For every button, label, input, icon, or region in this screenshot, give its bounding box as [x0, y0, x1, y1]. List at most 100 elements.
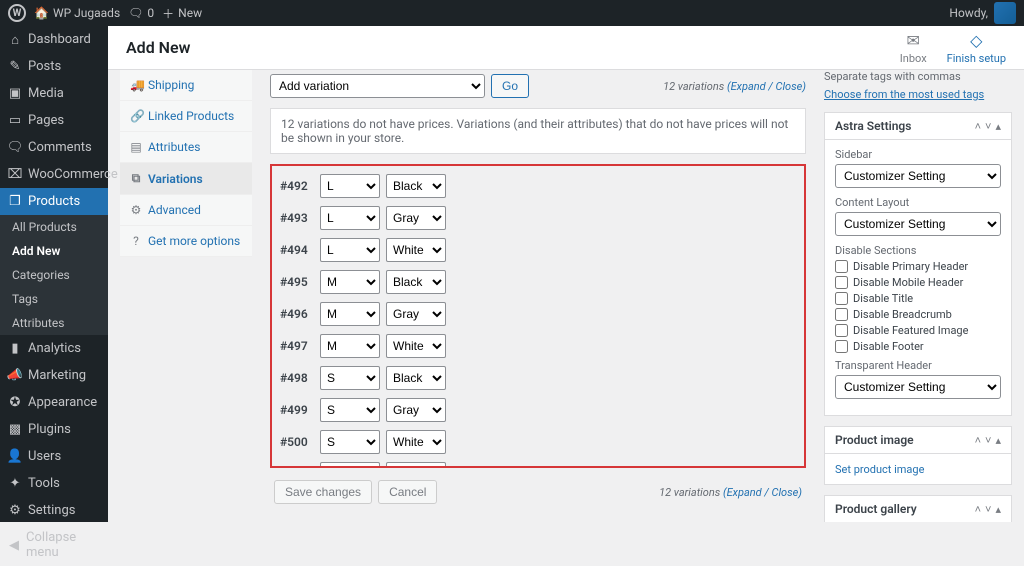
admin-sidebar: ⌂Dashboard✎Posts▣Media▭Pages🗨Comments⌧Wo…	[0, 26, 108, 522]
sidebar-item-marketing[interactable]: 📣Marketing	[0, 362, 108, 389]
go-button[interactable]: Go	[491, 74, 529, 98]
submenu-item-add-new[interactable]: Add New	[0, 239, 108, 263]
variation-size-select[interactable]: LMSXL	[320, 270, 380, 294]
sidebar-item-collapse-menu[interactable]: ◀Collapse menu	[0, 524, 108, 566]
variation-color-select[interactable]: BlackGrayWhite	[386, 302, 446, 326]
variation-row: #500 LMSXLBlackGrayWhite	[272, 426, 804, 458]
variation-size-select[interactable]: LMSXL	[320, 430, 380, 454]
variation-id: #501	[280, 467, 314, 468]
variation-size-select[interactable]: LMSXL	[320, 398, 380, 422]
variation-row: #494 LMSXLBlackGrayWhite	[272, 234, 804, 266]
sidebar-item-comments[interactable]: 🗨Comments	[0, 134, 108, 161]
variation-footer-row: Save changes Cancel 12 variations (Expan…	[264, 474, 812, 510]
variation-id: #492	[280, 179, 314, 193]
submenu-item-tags[interactable]: Tags	[0, 287, 108, 311]
page-title: Add New	[126, 38, 190, 57]
set-product-image-link[interactable]: Set product image	[835, 463, 924, 476]
tab-shipping[interactable]: 🚚Shipping	[120, 70, 252, 101]
chevron-up-icon[interactable]: ˄	[975, 120, 981, 133]
disable-check-disable-footer[interactable]: Disable Footer	[835, 340, 1001, 353]
disable-check-disable-title[interactable]: Disable Title	[835, 292, 1001, 305]
disable-check-disable-primary-header[interactable]: Disable Primary Header	[835, 260, 1001, 273]
tab-advanced[interactable]: ⚙Advanced	[120, 195, 252, 226]
toggle-icon[interactable]: ▴	[995, 120, 1001, 133]
variation-color-select[interactable]: BlackGrayWhite	[386, 462, 446, 468]
price-notice: 12 variations do not have prices. Variat…	[270, 108, 806, 154]
variation-size-select[interactable]: LMSXL	[320, 238, 380, 262]
variation-id: #500	[280, 435, 314, 449]
variation-id: #495	[280, 275, 314, 289]
variation-action-row: Add variation Go 12 variations (Expand /…	[264, 70, 812, 102]
user-avatar-icon[interactable]	[994, 2, 1016, 24]
save-changes-button[interactable]: Save changes	[274, 480, 372, 504]
variation-color-select[interactable]: BlackGrayWhite	[386, 238, 446, 262]
tab-linked-products[interactable]: 🔗Linked Products	[120, 101, 252, 132]
sidebar-item-tools[interactable]: ✦Tools	[0, 470, 108, 497]
variation-size-select[interactable]: LMSXL	[320, 206, 380, 230]
variation-row: #496 LMSXLBlackGrayWhite	[272, 298, 804, 330]
submenu-item-categories[interactable]: Categories	[0, 263, 108, 287]
admin-toolbar: W 🏠 WP Jugaads 🗨 0 ＋ New Howdy,	[0, 0, 1024, 26]
product-data-tabs: 🚚Shipping🔗Linked Products▤Attributes⧉Var…	[120, 70, 252, 257]
variation-size-select[interactable]: LMSXL	[320, 302, 380, 326]
sidebar-item-media[interactable]: ▣Media	[0, 80, 108, 107]
choose-tags-link[interactable]: Choose from the most used tags	[824, 88, 984, 101]
expand-link-bottom[interactable]: (Expand / Close)	[723, 486, 802, 499]
variation-id: #493	[280, 211, 314, 225]
site-link[interactable]: 🏠 WP Jugaads	[34, 6, 120, 20]
new-link[interactable]: ＋ New	[162, 5, 202, 22]
sidebar-item-analytics[interactable]: ▮Analytics	[0, 335, 108, 362]
page-header: Add New ✉Inbox ◇Finish setup	[108, 26, 1024, 70]
astra-transparent-select[interactable]: Customizer Setting	[835, 375, 1001, 399]
variation-size-select[interactable]: LMSXL	[320, 334, 380, 358]
expand-link-top[interactable]: (Expand / Close)	[727, 80, 806, 93]
variation-row: #493 LMSXLBlackGrayWhite	[272, 202, 804, 234]
variation-size-select[interactable]: LMSXL	[320, 366, 380, 390]
sidebar-item-settings[interactable]: ⚙Settings	[0, 497, 108, 524]
disable-check-disable-featured-image[interactable]: Disable Featured Image	[835, 324, 1001, 337]
variation-action-select[interactable]: Add variation	[270, 74, 485, 98]
sidebar-item-plugins[interactable]: ▩Plugins	[0, 416, 108, 443]
howdy-text: Howdy,	[949, 6, 988, 20]
variation-color-select[interactable]: BlackGrayWhite	[386, 430, 446, 454]
inbox-button[interactable]: ✉Inbox	[900, 31, 927, 65]
variation-color-select[interactable]: BlackGrayWhite	[386, 366, 446, 390]
variation-color-select[interactable]: BlackGrayWhite	[386, 174, 446, 198]
variation-id: #496	[280, 307, 314, 321]
variation-size-select[interactable]: LMSXL	[320, 462, 380, 468]
disable-check-disable-breadcrumb[interactable]: Disable Breadcrumb	[835, 308, 1001, 321]
astra-content-select[interactable]: Customizer Setting	[835, 212, 1001, 236]
product-image-box: Product image˄˅▴ Set product image	[824, 426, 1012, 485]
submenu-item-attributes[interactable]: Attributes	[0, 311, 108, 335]
sidebar-item-woocommerce[interactable]: ⌧WooCommerce	[0, 161, 108, 188]
tab-variations[interactable]: ⧉Variations	[120, 163, 252, 195]
variation-id: #494	[280, 243, 314, 257]
sidebar-item-appearance[interactable]: ✪Appearance	[0, 389, 108, 416]
sidebar-item-products[interactable]: ❐Products	[0, 188, 108, 215]
finish-setup-button[interactable]: ◇Finish setup	[947, 31, 1006, 65]
chevron-down-icon[interactable]: ˅	[985, 120, 991, 133]
tab-get-more-options[interactable]: ?Get more options	[120, 226, 252, 257]
variation-color-select[interactable]: BlackGrayWhite	[386, 206, 446, 230]
product-gallery-box: Product gallery˄˅▴ Add product gallery i…	[824, 495, 1012, 522]
cancel-button[interactable]: Cancel	[378, 480, 437, 504]
variations-list: #492LMSXLBlackGrayWhite#493LMSXLBlackGra…	[270, 164, 806, 468]
variation-id: #499	[280, 403, 314, 417]
sidebar-item-pages[interactable]: ▭Pages	[0, 107, 108, 134]
variation-color-select[interactable]: BlackGrayWhite	[386, 334, 446, 358]
comments-link[interactable]: 🗨 0	[128, 6, 154, 20]
astra-sidebar-select[interactable]: Customizer Setting	[835, 164, 1001, 188]
variation-color-select[interactable]: BlackGrayWhite	[386, 398, 446, 422]
sidebar-item-dashboard[interactable]: ⌂Dashboard	[0, 26, 108, 53]
astra-settings-box: Astra Settings˄˅▴ Sidebar Customizer Set…	[824, 112, 1012, 416]
submenu-item-all-products[interactable]: All Products	[0, 215, 108, 239]
disable-check-disable-mobile-header[interactable]: Disable Mobile Header	[835, 276, 1001, 289]
variation-size-select[interactable]: LMSXL	[320, 174, 380, 198]
wp-logo-icon[interactable]: W	[8, 4, 26, 22]
variation-color-select[interactable]: BlackGrayWhite	[386, 270, 446, 294]
tags-hint-area: Separate tags with commas Choose from th…	[824, 70, 1012, 102]
sidebar-item-posts[interactable]: ✎Posts	[0, 53, 108, 80]
variation-count-top: 12 variations (Expand / Close)	[663, 80, 806, 93]
tab-attributes[interactable]: ▤Attributes	[120, 132, 252, 163]
sidebar-item-users[interactable]: 👤Users	[0, 443, 108, 470]
